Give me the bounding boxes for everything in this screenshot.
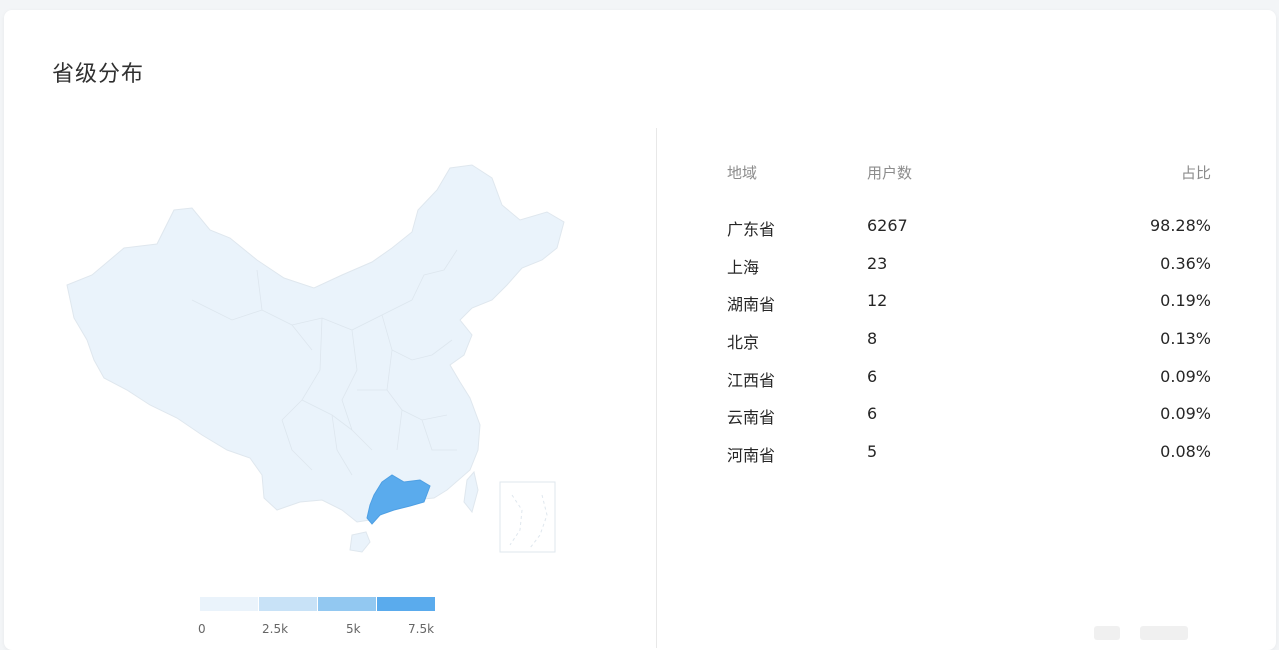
cell-ratio: 98.28% — [1149, 216, 1211, 235]
pagination-size-select[interactable] — [1140, 626, 1188, 640]
cell-region: 河南省 — [727, 446, 776, 465]
cell-region: 北京 — [727, 333, 760, 352]
table-row[interactable]: 江西省 6 0.09% — [727, 367, 1211, 391]
cell-users: 6267 — [867, 216, 908, 235]
legend-segment[interactable] — [377, 597, 435, 611]
cell-ratio: 0.13% — [1160, 329, 1211, 348]
legend-tick-label: 7.5k — [408, 622, 435, 636]
table-row[interactable]: 湖南省 12 0.19% — [727, 291, 1211, 315]
cell-region: 云南省 — [727, 408, 776, 427]
legend-segment[interactable] — [259, 597, 317, 611]
vertical-divider — [656, 128, 657, 648]
cell-users: 23 — [867, 254, 888, 273]
south-china-sea-islands — [509, 494, 548, 549]
cell-users: 6 — [867, 367, 878, 386]
table-row[interactable]: 北京 8 0.13% — [727, 329, 1211, 353]
cell-users: 6 — [867, 404, 878, 423]
cell-region: 上海 — [727, 258, 760, 277]
pagination-page-button[interactable] — [1094, 626, 1120, 640]
header-ratio[interactable]: 占比 — [1181, 162, 1211, 183]
map-legend-bar[interactable] — [200, 597, 435, 611]
map-region-hainan[interactable] — [349, 531, 371, 553]
table-row[interactable]: 广东省 6267 98.28% — [727, 216, 1211, 240]
header-users[interactable]: 用户数 — [867, 162, 912, 183]
cell-users: 8 — [867, 329, 878, 348]
map-region-taiwan[interactable] — [463, 470, 479, 514]
cell-ratio: 0.19% — [1160, 291, 1211, 310]
south-china-sea-inset — [499, 481, 556, 553]
cell-ratio: 0.09% — [1160, 367, 1211, 386]
cell-ratio: 0.09% — [1160, 404, 1211, 423]
legend-tick-label: 2.5k — [262, 622, 289, 636]
legend-tick-label: 5k — [346, 622, 361, 636]
legend-segment[interactable] — [318, 597, 376, 611]
cell-region: 湖南省 — [727, 295, 776, 314]
cell-region: 江西省 — [727, 371, 776, 390]
section-title: 省级分布 — [52, 62, 145, 87]
table-row[interactable]: 河南省 5 0.08% — [727, 442, 1211, 466]
cell-ratio: 0.36% — [1160, 254, 1211, 273]
cell-region: 广东省 — [727, 220, 776, 239]
china-map[interactable] — [52, 150, 592, 570]
legend-segment[interactable] — [200, 597, 258, 611]
header-region[interactable]: 地域 — [727, 162, 757, 183]
table-row[interactable]: 上海 23 0.36% — [727, 254, 1211, 278]
table-row[interactable]: 云南省 6 0.09% — [727, 404, 1211, 428]
cell-users: 12 — [867, 291, 888, 310]
cell-ratio: 0.08% — [1160, 442, 1211, 461]
cell-users: 5 — [867, 442, 878, 461]
china-map-svg[interactable] — [52, 150, 592, 570]
legend-tick-label: 0 — [198, 622, 206, 636]
map-mainland[interactable] — [66, 164, 565, 523]
province-distribution-card: 省级分布 0 2.5k 5k 7.5k 地域 用户数 占比 广东省 6267 9… — [4, 10, 1276, 650]
